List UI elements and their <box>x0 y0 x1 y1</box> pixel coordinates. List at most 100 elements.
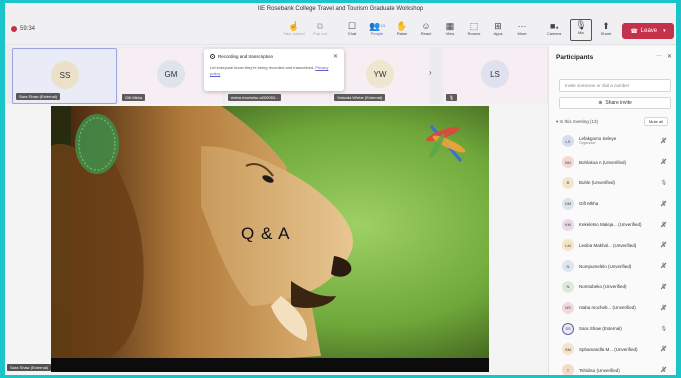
participant-info: Lesiba Makhal... (Unverified) <box>579 243 636 248</box>
people-icon: 👥13 <box>369 21 385 31</box>
participant-tile[interactable]: YW Yolanda Wiebe (External) <box>331 48 429 104</box>
participant-name: Bohlokoa n (Unverified) <box>579 159 627 165</box>
meeting-timer: 59:34 <box>11 26 35 32</box>
avatar: KM <box>562 218 574 231</box>
participant-tile[interactable]: SS Sara Shaw (External) <box>12 48 117 104</box>
participant-row[interactable]: T Tshidiso (Unverified) 🎙 <box>549 360 676 375</box>
avatar: GM <box>157 60 185 88</box>
tile-mic-status: 🎙 <box>446 94 458 101</box>
notification-title: Recording and transcription <box>218 54 274 59</box>
participant-tile[interactable]: LS 🎙 <box>443 48 547 104</box>
participant-name: Gift Mkha <box>579 201 599 207</box>
avatar: LS <box>481 60 509 88</box>
chat-button[interactable]: ☐ Chat <box>341 21 363 36</box>
share-screen-icon: ⬆ <box>602 21 610 31</box>
mic-button[interactable]: 🎙 Mic <box>570 19 592 41</box>
raise-hand-button[interactable]: ✋ Raise <box>391 21 413 36</box>
invite-search-input[interactable] <box>559 79 671 92</box>
mic-off-icon: 🎙 <box>660 200 667 207</box>
avatar: N <box>562 260 574 273</box>
pop-out-icon: ⧉ <box>316 21 324 31</box>
apps-plus-icon: ⊞ <box>494 21 502 31</box>
avatar: LS <box>562 135 574 148</box>
chat-icon: ☐ <box>347 21 357 31</box>
participant-name: Sara Shaw (External) <box>579 326 622 332</box>
tile-name: Gift Mkha <box>122 94 146 101</box>
participant-row[interactable]: SS Sara Shaw (External) 🎙 <box>549 318 676 339</box>
chevron-right-icon[interactable]: › <box>429 68 432 77</box>
react-button[interactable]: ☺ React <box>415 21 437 36</box>
rooms-button[interactable]: ⬚ Rooms <box>463 21 485 36</box>
avatar: YW <box>366 60 394 88</box>
participant-row[interactable]: B Buhle (Unverified) 🎙 <box>549 173 676 194</box>
pop-out-button[interactable]: ⧉ Pop out <box>309 21 331 36</box>
participant-list: LS Lefakgomo Seleye Organizer 🎙 BN Bohlokoa n… <box>549 131 676 375</box>
avatar: NS <box>562 301 574 314</box>
participant-info: Bohlokoa n (Unverified) <box>579 160 626 165</box>
people-count-badge: 13 <box>380 23 385 28</box>
participant-row[interactable]: BN Bohlokoa n (Unverified) 🎙 <box>549 152 676 173</box>
raise-hand-icon: ✋ <box>396 21 408 31</box>
avatar: SS <box>51 61 79 89</box>
participant-info: Nomtobeko (Unverified) <box>579 284 627 289</box>
avatar: N <box>562 280 574 293</box>
mic-off-icon: 🎙 <box>660 263 667 270</box>
participant-row[interactable]: LM Lesiba Makhal... (Unverified) 🎙 <box>549 235 676 256</box>
content-stage: Q & A Sara Shaw (External) <box>5 104 548 375</box>
participant-row[interactable]: GM Gift Mkha 🎙 <box>549 193 676 214</box>
avatar: BN <box>562 156 574 169</box>
decor-leaf-icon <box>75 114 119 174</box>
in-meeting-section-header[interactable]: ▾ In this meeting (13) <box>556 119 598 125</box>
participant-name: Nomtobeko (Unverified) <box>579 284 627 290</box>
people-button[interactable]: 👥13 People <box>366 21 388 36</box>
timer-value: 59:34 <box>20 26 36 32</box>
qa-overlay-text: Q & A <box>241 224 291 243</box>
more-button[interactable]: ··· More <box>511 21 533 36</box>
close-icon[interactable]: ✕ <box>667 53 672 60</box>
camera-button[interactable]: ■◂ Camera <box>543 21 565 36</box>
hand-pointer-icon: ☝ <box>288 21 300 31</box>
avatar: B <box>562 176 574 189</box>
microphone-icon: 🎙 <box>660 325 667 332</box>
participant-role: Organizer <box>579 141 596 146</box>
apps-button[interactable]: ⊞ Apps <box>487 21 509 36</box>
window-title: IIE Rosebank College Travel and Tourism … <box>5 3 676 15</box>
more-options-icon[interactable]: ··· <box>656 53 662 59</box>
take-control-button[interactable]: ☝ Take control <box>283 21 305 36</box>
recording-dot-icon <box>11 26 17 32</box>
mute-all-button[interactable]: Mute all <box>644 117 669 126</box>
participant-name: Tshidiso (Unverified) <box>579 367 620 373</box>
participant-name: Lesiba Makhal... (Unverified) <box>579 242 637 248</box>
participant-row[interactable]: SM Sphamandla M... (Unverified) 🎙 <box>549 339 676 360</box>
grid-icon: ▦ <box>445 21 455 31</box>
shared-screen: Q & A <box>51 106 489 372</box>
close-icon[interactable]: ✕ <box>333 53 338 60</box>
leave-button[interactable]: ☎ Leave ▾ <box>622 23 674 39</box>
participant-row[interactable]: NS ntaba mocheb... (Unverified) 🎙 <box>549 297 676 318</box>
view-button[interactable]: ▦ View <box>439 21 461 36</box>
share-button[interactable]: ⬆ Share <box>595 21 617 36</box>
avatar: GM <box>562 197 574 210</box>
participant-row[interactable]: LS Lefakgomo Seleye Organizer 🎙 <box>549 131 676 152</box>
participant-info: Nompumelelo (Unverified) <box>579 264 631 269</box>
chevron-down-icon: ▾ <box>663 28 666 34</box>
notification-title-row: Recording and transcription <box>210 54 338 59</box>
mic-off-icon: 🎙 <box>660 367 667 374</box>
participant-name: Buhle (Unverified) <box>579 180 616 186</box>
avatar: LM <box>562 239 574 252</box>
share-invite-button[interactable]: ⊕ Share invite <box>559 97 671 109</box>
participant-info: Kekeletso Maleja... (Unverified) <box>579 222 642 227</box>
microphone-icon: 🎙 <box>660 179 667 186</box>
tile-name: Yolanda Wiebe (External) <box>334 94 386 101</box>
mic-off-icon: 🎙 <box>660 138 667 145</box>
participant-row[interactable]: N Nomtobeko (Unverified) 🎙 <box>549 277 676 298</box>
record-icon <box>210 54 215 59</box>
participant-name: Sphamandla M... (Unverified) <box>579 346 638 352</box>
participant-info: Sphamandla M... (Unverified) <box>579 347 638 352</box>
participant-row[interactable]: KM Kekeletso Maleja... (Unverified) 🎙 <box>549 214 676 235</box>
participant-row[interactable]: N Nompumelelo (Unverified) 🎙 <box>549 256 676 277</box>
participant-info: Buhle (Unverified) <box>579 180 615 185</box>
tile-name: nteba mocheko a200053... <box>228 94 282 101</box>
mic-off-icon: 🎙 <box>660 283 667 290</box>
microphone-icon: 🎙 <box>575 20 587 30</box>
